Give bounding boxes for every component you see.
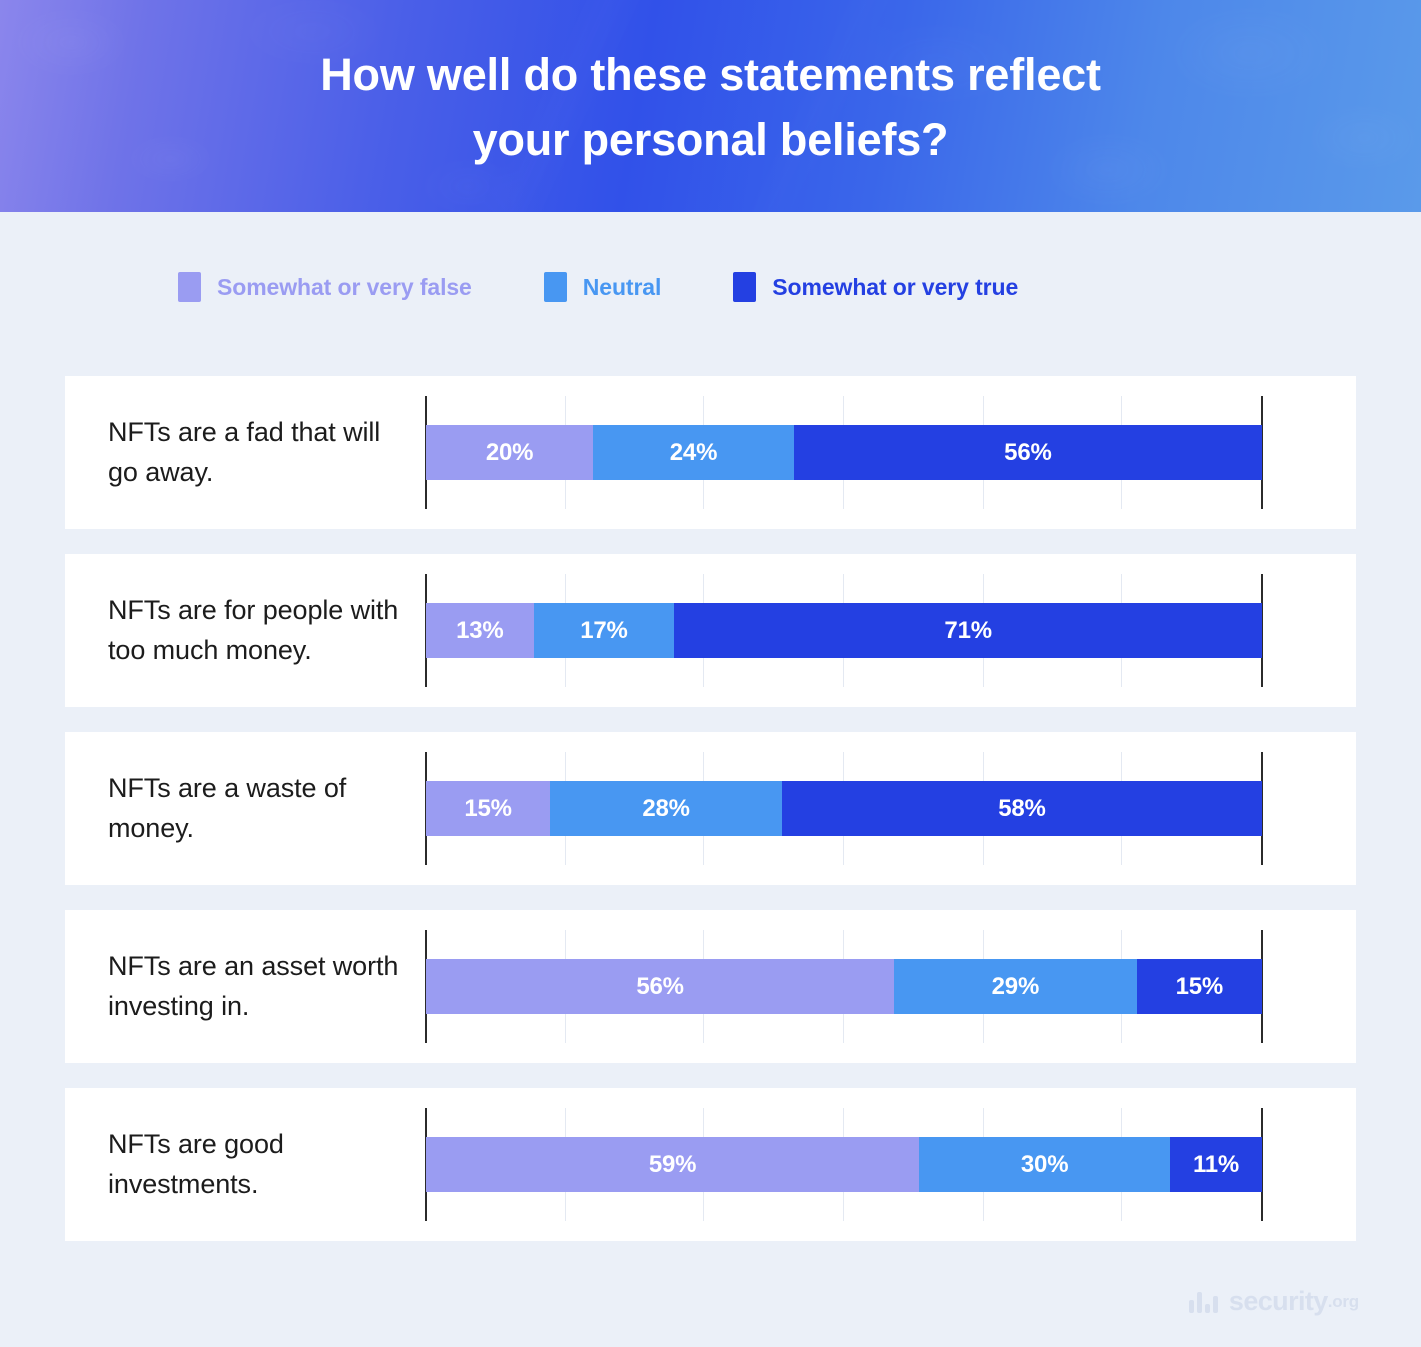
statement-label: NFTs are good investments. — [108, 1129, 284, 1199]
stacked-bar: 13% 17% 71% — [426, 603, 1262, 658]
infographic-page: How well do these statements reflect you… — [0, 0, 1421, 1347]
statement-row: NFTs are a fad that will go away. 20% 24% 5… — [65, 376, 1356, 529]
bar-plot-area: 59% 30% 11% — [425, 1108, 1263, 1221]
bar-segment-1: 24% — [593, 425, 794, 480]
legend-label: Somewhat or very true — [772, 273, 1019, 300]
security-org-logo: security .org — [1188, 1286, 1360, 1317]
bar-segment-0: 59% — [426, 1137, 920, 1192]
statement-label: NFTs are for people with too much money. — [108, 595, 399, 665]
bar-segment-2: 56% — [793, 425, 1262, 480]
bar-segment-0: 13% — [426, 603, 534, 658]
header-banner: How well do these statements reflect you… — [0, 0, 1421, 212]
statement-row: NFTs are good investments. 59% 30% 11% — [65, 1088, 1356, 1241]
chart-rows: NFTs are a fad that will go away. 20% 24% 5… — [65, 376, 1356, 1266]
bar-segment-2: 11% — [1170, 1137, 1262, 1192]
chart-legend: Somewhat or very false Neutral Somewhat or… — [178, 272, 1018, 302]
bar-segment-1: 29% — [894, 959, 1137, 1014]
legend-label: Neutral — [582, 273, 662, 300]
legend-swatch-icon — [733, 272, 757, 302]
bar-plot-area: 13% 17% 71% — [425, 574, 1263, 687]
title-line-2: your personal beliefs? — [472, 114, 949, 166]
bar-segment-2: 71% — [674, 603, 1262, 658]
statement-row: NFTs are an asset worth investing in. 56%… — [65, 910, 1356, 1063]
legend-item-1: Neutral — [543, 272, 662, 302]
bar-segment-2: 58% — [781, 781, 1262, 836]
stacked-bar: 56% 29% 15% — [426, 959, 1262, 1014]
page-title: How well do these statements reflect you… — [0, 0, 1421, 173]
stacked-bar: 59% 30% 11% — [426, 1137, 1262, 1192]
statement-row: NFTs are for people with too much money.… — [65, 554, 1356, 707]
bar-plot-area: 15% 28% 58% — [425, 752, 1263, 865]
bar-segment-0: 15% — [426, 781, 551, 836]
statement-row: NFTs are a waste of money. 15% 28% 58% — [65, 732, 1356, 885]
logo-name: security — [1228, 1286, 1328, 1316]
legend-swatch-icon — [178, 272, 201, 302]
legend-item-2: Somewhat or very true — [733, 272, 1018, 302]
stacked-bar: 15% 28% 58% — [426, 781, 1262, 836]
legend-label: Somewhat or very false — [217, 273, 472, 300]
bar-segment-0: 20% — [426, 425, 594, 480]
legend-swatch-icon — [543, 272, 567, 302]
statement-label: NFTs are an asset worth investing in. — [108, 951, 399, 1021]
logo-tld: .org — [1327, 1291, 1360, 1311]
bar-segment-1: 28% — [550, 781, 782, 836]
bar-plot-area: 20% 24% 56% — [425, 396, 1263, 509]
bar-segment-0: 56% — [426, 959, 895, 1014]
statement-label: NFTs are a waste of money. — [108, 773, 347, 843]
bar-plot-area: 56% 29% 15% — [425, 930, 1263, 1043]
bar-segment-2: 15% — [1136, 959, 1262, 1014]
bar-segment-1: 30% — [919, 1137, 1171, 1192]
bar-segment-1: 17% — [533, 603, 675, 658]
legend-item-0: Somewhat or very false — [178, 272, 472, 302]
bar-chart-icon — [1188, 1291, 1221, 1313]
stacked-bar: 20% 24% 56% — [426, 425, 1262, 480]
title-line-1: How well do these statements reflect — [320, 49, 1101, 100]
statement-label: NFTs are a fad that will go away. — [108, 417, 381, 487]
